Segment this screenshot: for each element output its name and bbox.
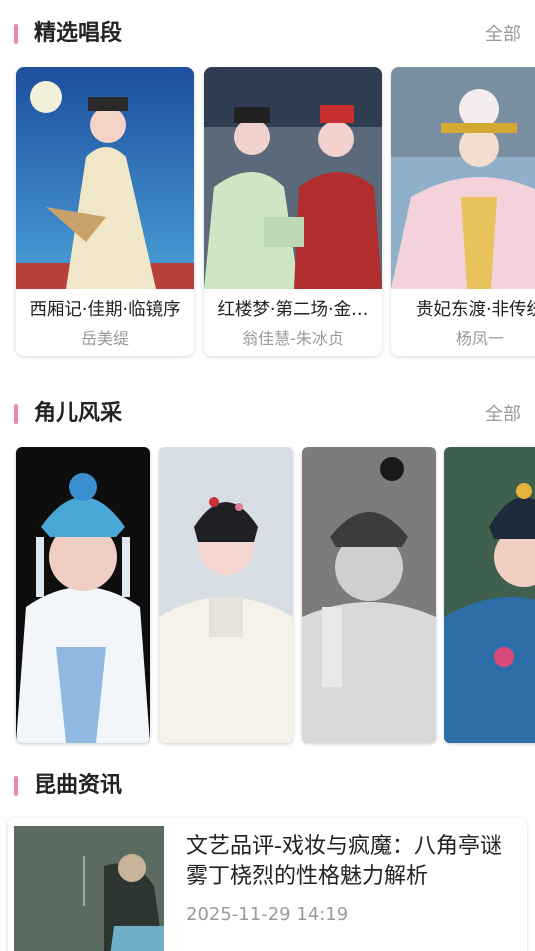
- section-accent-bar: [14, 776, 18, 796]
- artist-portrait[interactable]: [159, 447, 293, 743]
- artist-portrait[interactable]: [16, 447, 150, 743]
- featured-section-header: 精选唱段 全部: [0, 14, 535, 54]
- view-all-link[interactable]: 全部: [485, 22, 521, 48]
- card-title: 贵妃东渡·非传统: [415, 300, 535, 320]
- news-section-header: 昆曲资讯: [0, 766, 535, 806]
- featured-card[interactable]: 贵妃东渡·非传统 杨凤一: [391, 67, 535, 356]
- section-accent-bar: [14, 24, 18, 44]
- card-performer: 岳美缇: [80, 329, 129, 348]
- performance-thumbnail: [391, 67, 535, 289]
- section-title: 精选唱段: [34, 21, 123, 46]
- news-thumbnail: [14, 826, 164, 951]
- news-date: 2025-11-29 14:19: [186, 904, 349, 925]
- featured-card[interactable]: 红楼梦·第二场·金… 翁佳慧-朱冰贞: [204, 67, 382, 356]
- news-item[interactable]: 文艺品评-戏妆与疯魔：八角亭谜雾丁桡烈的性格魅力解析 2025-11-29 14…: [8, 818, 527, 951]
- roles-section-header: 角儿风采 全部: [0, 394, 535, 434]
- artist-portrait[interactable]: [444, 447, 535, 743]
- artist-portrait[interactable]: [302, 447, 436, 743]
- performance-thumbnail: [204, 67, 382, 289]
- featured-carousel[interactable]: 西厢记·佳期·临镜序 岳美缇 红楼梦·第二场·金… 翁佳慧-朱冰贞 贵妃东渡·非…: [0, 67, 535, 363]
- section-title: 昆曲资讯: [34, 773, 123, 798]
- performance-thumbnail: [16, 67, 194, 289]
- section-title: 角儿风采: [34, 401, 123, 426]
- featured-card[interactable]: 西厢记·佳期·临镜序 岳美缇: [16, 67, 194, 356]
- view-all-link[interactable]: 全部: [485, 402, 521, 428]
- card-performer: 杨凤一: [455, 329, 504, 348]
- card-performer: 翁佳慧-朱冰贞: [242, 329, 344, 348]
- artist-carousel[interactable]: [0, 447, 535, 747]
- news-title: 文艺品评-戏妆与疯魔：八角亭谜雾丁桡烈的性格魅力解析: [186, 834, 502, 889]
- card-title: 红楼梦·第二场·金…: [217, 300, 369, 320]
- section-accent-bar: [14, 404, 18, 424]
- card-title: 西厢记·佳期·临镜序: [29, 300, 181, 320]
